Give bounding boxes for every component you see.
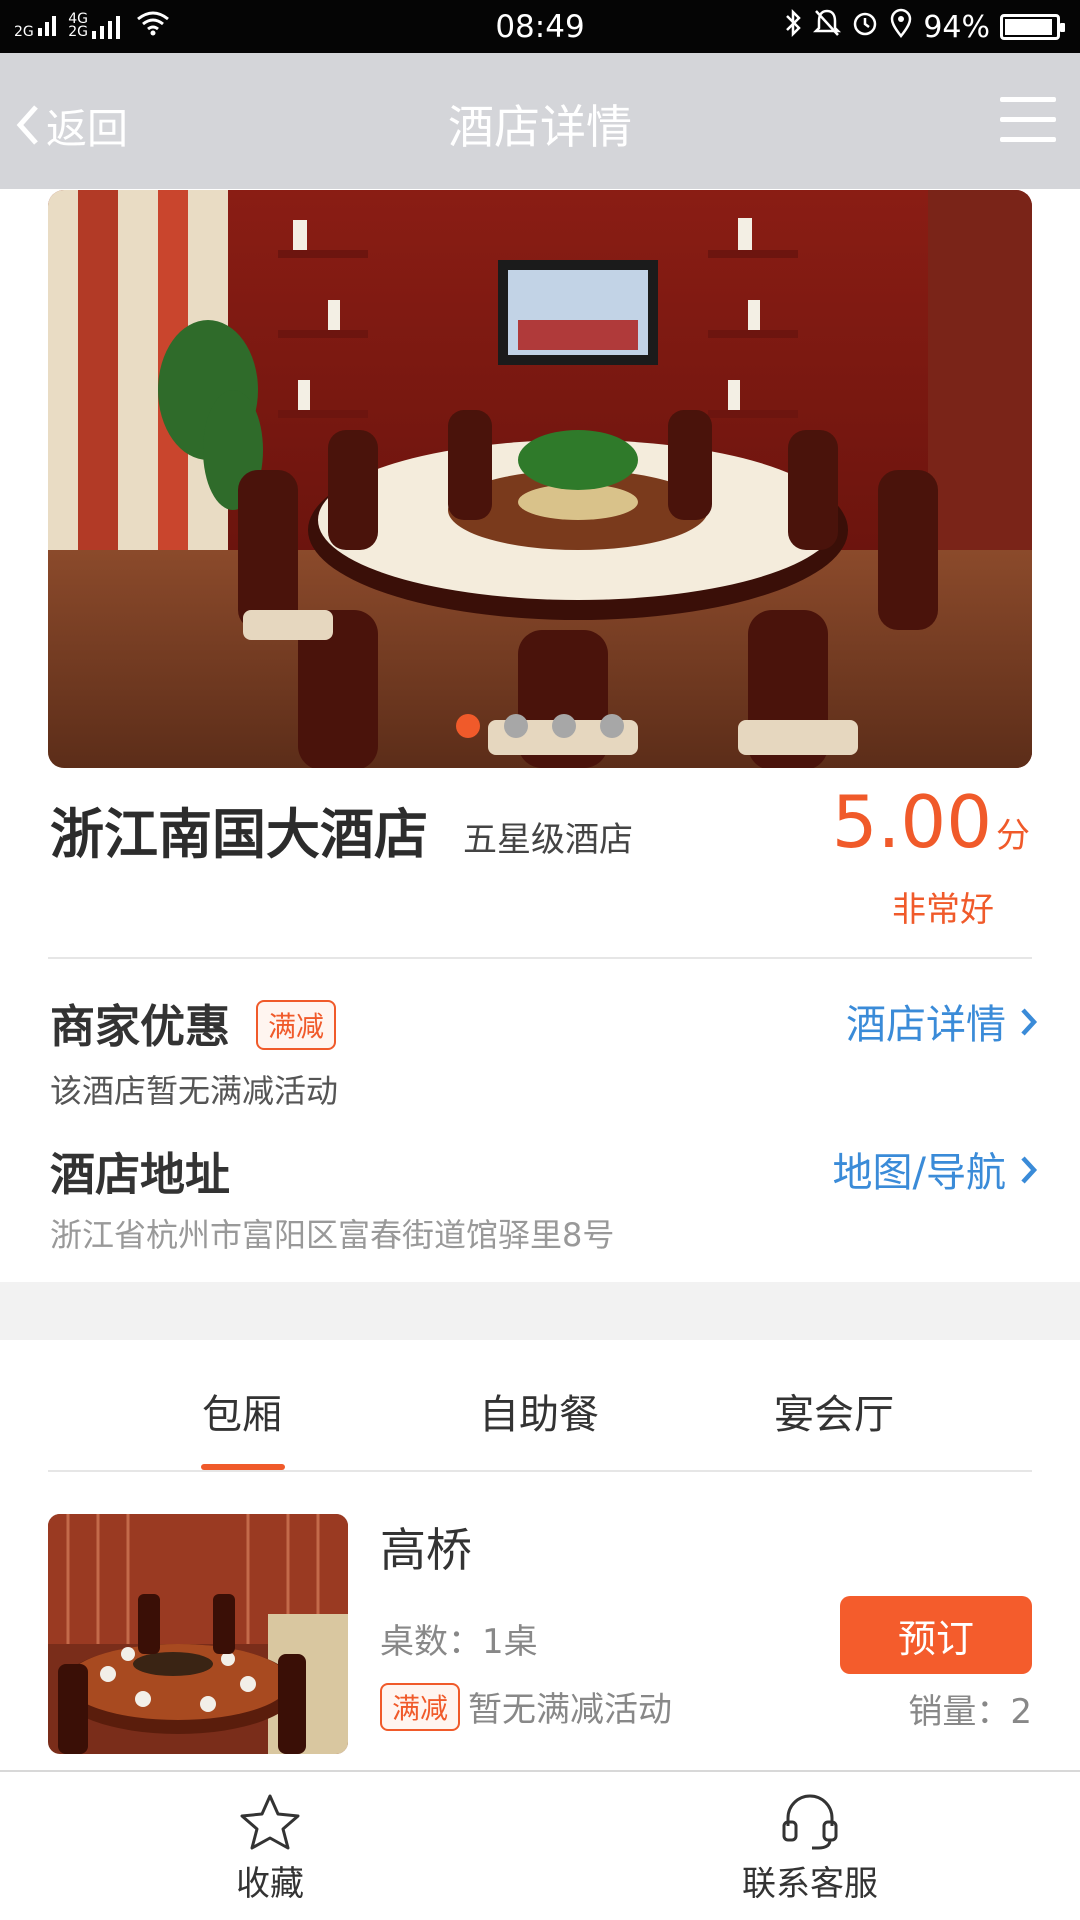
promo-tag: 满减 <box>256 1000 337 1050</box>
tab-private-room[interactable]: 包厢 <box>202 1382 282 1440</box>
hotel-detail-link[interactable]: 酒店详情 <box>846 992 1038 1050</box>
promo-title: 商家优惠 <box>50 1000 231 1053</box>
page-title: 酒店详情 <box>448 100 632 154</box>
hotel-dining-room-photo <box>48 190 1032 768</box>
carousel-dot[interactable] <box>456 714 480 738</box>
bluetooth-icon <box>783 8 803 46</box>
tab-banquet-hall[interactable]: 宴会厅 <box>774 1382 894 1440</box>
score-value: 5.00 <box>831 780 992 864</box>
nav-bar: 返回 酒店详情 <box>0 53 1080 189</box>
menu-icon <box>1000 97 1056 102</box>
menu-button[interactable] <box>1000 97 1056 143</box>
room-type-tabs: 包厢 自助餐 宴会厅 <box>48 1340 1032 1472</box>
headset-icon <box>782 1794 838 1850</box>
status-bar: 2G 4G 2G 08:49 94% <box>0 0 1080 53</box>
status-right: 94% <box>783 8 1065 46</box>
hotel-photo-carousel[interactable] <box>48 190 1032 768</box>
battery-icon <box>1000 14 1065 40</box>
score-description: 非常好 <box>892 890 994 930</box>
book-button[interactable]: 预订 <box>840 1596 1032 1674</box>
carousel-dot[interactable] <box>552 714 576 738</box>
favorite-label: 收藏 <box>236 1864 304 1904</box>
location-icon <box>889 8 913 46</box>
hotel-star-level: 五星级酒店 <box>463 820 633 860</box>
room-sales: 销量：2 <box>908 1692 1032 1732</box>
customer-service-label: 联系客服 <box>742 1864 878 1904</box>
carousel-dot[interactable] <box>600 714 624 738</box>
alarm-icon <box>851 8 879 46</box>
chevron-right-icon <box>1021 1008 1038 1036</box>
divider <box>48 957 1032 959</box>
room-promo-tag: 满减 <box>380 1682 461 1731</box>
room-list-item[interactable]: 高桥 桌数：1桌 满减 暂无满减活动 预订 销量：2 <box>48 1514 1032 1754</box>
map-navigation-link-label: 地图/导航 <box>832 1150 1006 1196</box>
chevron-right-icon <box>1021 1156 1038 1184</box>
star-icon <box>240 1794 300 1850</box>
room-name: 高桥 <box>380 1523 472 1577</box>
carousel-dot[interactable] <box>504 714 528 738</box>
bottom-action-bar: 收藏 联系客服 <box>0 1770 1080 1920</box>
battery-percent: 94% <box>923 9 990 45</box>
hotel-score: 5.00 分 <box>832 780 1030 864</box>
promo-text: 该酒店暂无满减活动 <box>50 1072 339 1110</box>
address-title: 酒店地址 <box>50 1148 231 1201</box>
room-photo <box>48 1514 348 1754</box>
carousel-dots <box>48 714 1032 738</box>
battery-fill <box>1005 19 1052 35</box>
room-promo-text: 暂无满减活动 <box>468 1690 673 1730</box>
room-table-count: 桌数：1桌 <box>380 1622 538 1662</box>
room-promo: 满减 暂无满减活动 <box>380 1682 672 1731</box>
mute-bell-icon <box>813 8 842 46</box>
section-separator <box>0 1282 1080 1340</box>
customer-service-button[interactable]: 联系客服 <box>710 1792 910 1905</box>
hotel-name: 浙江南国大酒店 <box>50 803 428 866</box>
favorite-button[interactable]: 收藏 <box>170 1792 370 1905</box>
score-unit: 分 <box>996 816 1030 856</box>
tab-buffet[interactable]: 自助餐 <box>479 1382 599 1440</box>
map-navigation-link[interactable]: 地图/导航 <box>833 1140 1038 1198</box>
hotel-detail-link-label: 酒店详情 <box>846 1002 1006 1048</box>
active-tab-indicator <box>201 1464 285 1470</box>
address-text: 浙江省杭州市富阳区富春街道馆驿里8号 <box>50 1216 615 1254</box>
